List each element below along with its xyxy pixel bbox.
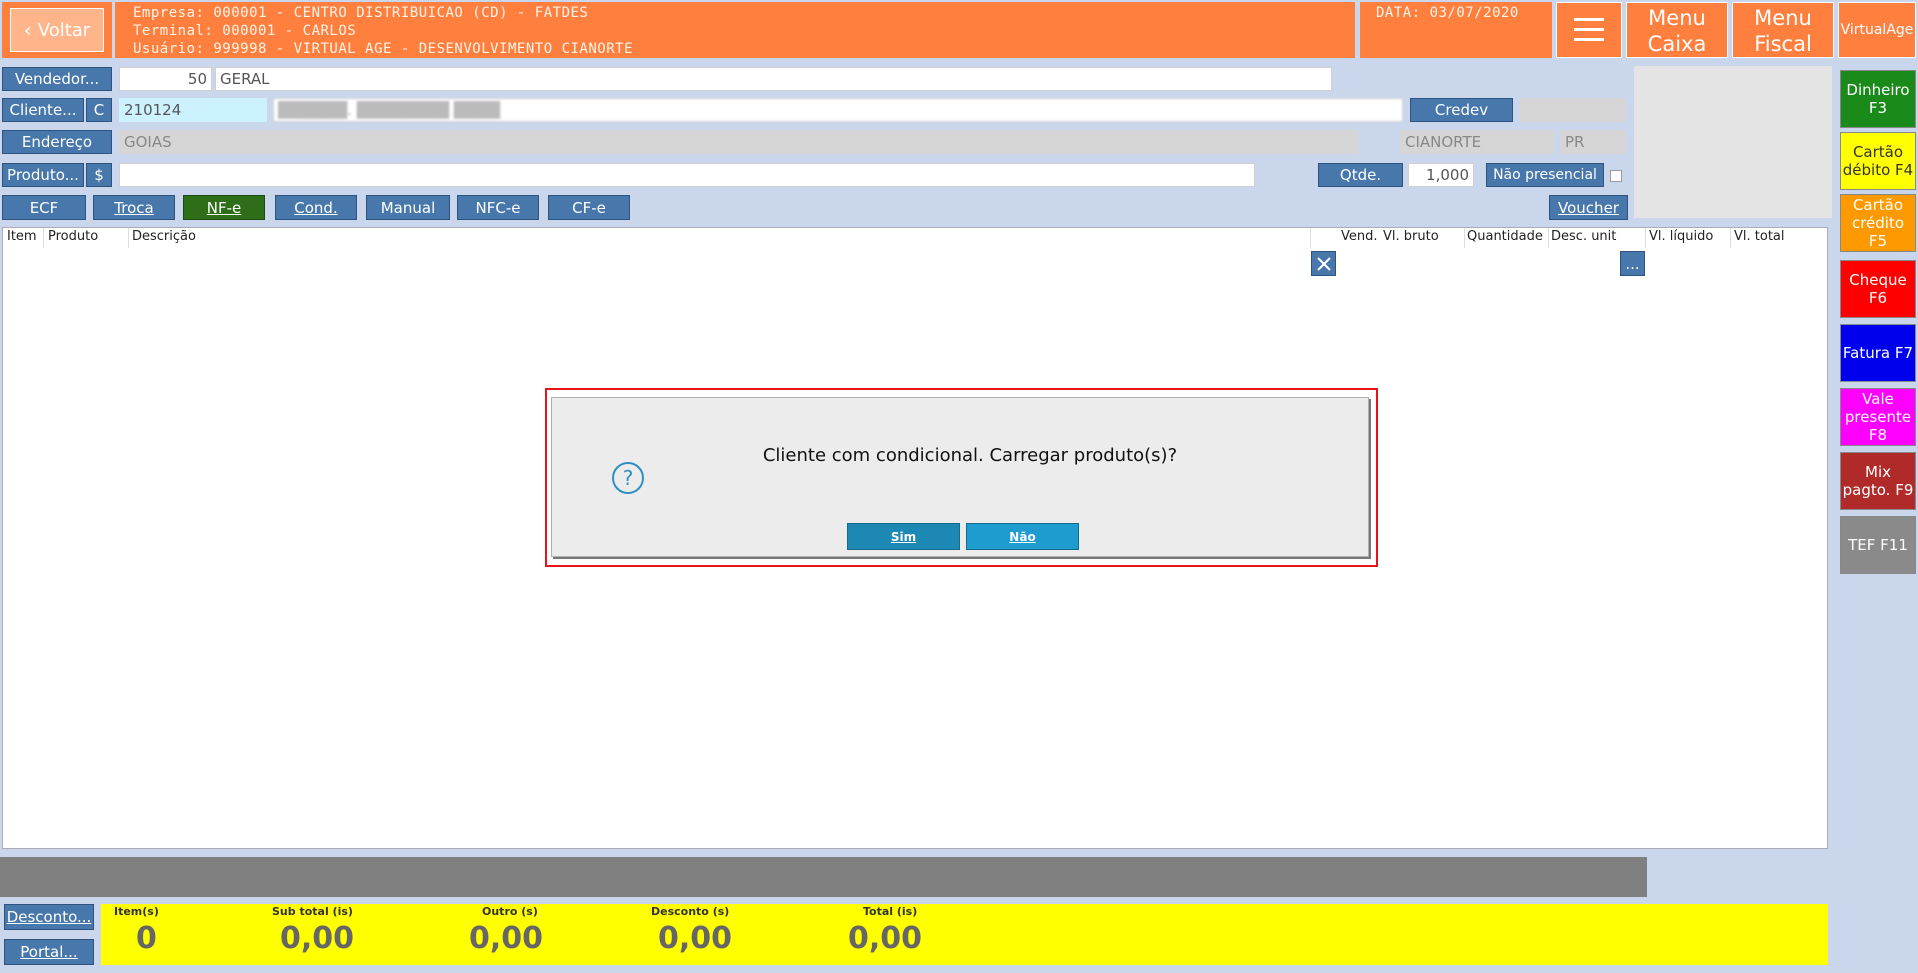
cliente-code-field[interactable]: 210124	[119, 98, 267, 122]
subtotal-label: Sub total (is)	[272, 905, 353, 918]
col-header-vl-liquido: Vl. líquido	[1649, 229, 1714, 244]
portal-button[interactable]: Portal...	[4, 939, 94, 965]
payment-fatura-button[interactable]: Fatura F7	[1840, 324, 1916, 382]
subtotal-value: 0,00	[280, 921, 355, 956]
payment-cartao-debito-button[interactable]: Cartão débito F4	[1840, 132, 1916, 190]
outro-value: 0,00	[469, 921, 544, 956]
nao-presencial-checkbox[interactable]	[1610, 170, 1622, 182]
col-header-vl-bruto: Vl. bruto	[1383, 229, 1439, 244]
itens-label: Item(s)	[114, 905, 159, 918]
vendedor-name-field[interactable]: GERAL	[215, 67, 1332, 91]
col-divider	[1645, 228, 1646, 248]
status-bar	[0, 857, 1647, 897]
qtde-field[interactable]: 1,000	[1408, 163, 1474, 187]
total-value: 0,00	[848, 921, 923, 956]
menu-button[interactable]	[1556, 2, 1622, 58]
col-header-vl-total: Vl. total	[1734, 229, 1785, 244]
more-options-button[interactable]: ...	[1620, 251, 1645, 276]
menu-fiscal-button[interactable]: Menu Fiscal	[1732, 2, 1834, 58]
qtde-button[interactable]: Qtde.	[1318, 163, 1403, 187]
chevron-left-icon: ‹	[23, 18, 32, 42]
nfce-button[interactable]: NFC-e	[457, 195, 539, 220]
troca-button[interactable]: Troca	[93, 195, 175, 220]
ecf-button[interactable]: ECF	[2, 195, 86, 220]
usuario-text: Usuário: 999998 - VIRTUAL AGE - DESENVOL…	[133, 41, 634, 57]
nfe-button[interactable]: NF-e	[183, 195, 265, 220]
payment-mix-pagto-button[interactable]: Mix pagto. F9	[1840, 452, 1916, 510]
dialog-message: Cliente com condicional. Carregar produt…	[762, 445, 1178, 466]
credev-button[interactable]: Credev	[1410, 98, 1513, 122]
payment-vale-presente-button[interactable]: Vale presente F8	[1840, 388, 1916, 446]
empresa-text: Empresa: 000001 - CENTRO DISTRIBUICAO (C…	[133, 5, 589, 21]
yes-button[interactable]: Sim	[847, 523, 960, 550]
voucher-button[interactable]: Voucher	[1549, 195, 1628, 220]
col-header-vend: Vend.	[1341, 229, 1378, 244]
payment-cheque-button[interactable]: Cheque F6	[1840, 260, 1916, 318]
col-divider	[1310, 228, 1311, 248]
remove-item-button[interactable]	[1311, 251, 1336, 276]
back-button[interactable]: ‹ Voltar	[2, 2, 112, 58]
totals-panel	[101, 904, 1828, 965]
menu-caixa-button[interactable]: Menu Caixa	[1626, 2, 1728, 58]
itens-value: 0	[136, 921, 157, 956]
brand-logo: VirtualAge	[1838, 2, 1916, 58]
terminal-text: Terminal: 000001 - CARLOS	[133, 23, 357, 39]
confirm-dialog	[551, 397, 1369, 557]
total-label: Total (is)	[863, 905, 918, 918]
hamburger-icon	[1574, 18, 1604, 41]
no-button[interactable]: Não	[966, 523, 1079, 550]
vendedor-code-field[interactable]: 50	[119, 67, 212, 91]
desconto-total-value: 0,00	[658, 921, 733, 956]
produto-price-button[interactable]: $	[86, 163, 112, 187]
endereco-field: GOIAS	[119, 130, 1359, 154]
svg-text:?: ?	[623, 466, 634, 490]
header-info: Empresa: 000001 - CENTRO DISTRIBUICAO (C…	[115, 2, 1355, 58]
cliente-button[interactable]: Cliente...	[2, 98, 84, 122]
cidade-field: CIANORTE	[1400, 130, 1554, 154]
uf-field: PR	[1560, 130, 1626, 154]
payment-tef-button[interactable]: TEF F11	[1840, 516, 1916, 574]
date-panel: DATA: 03/07/2020	[1360, 2, 1552, 58]
produto-search-input[interactable]	[119, 163, 1255, 187]
col-header-item: Item	[7, 229, 37, 244]
col-divider	[1730, 228, 1731, 248]
back-label: Voltar	[37, 19, 91, 41]
desconto-total-label: Desconto (s)	[651, 905, 730, 918]
col-divider	[128, 228, 129, 248]
cliente-condicional-button[interactable]: C	[86, 98, 112, 122]
col-divider	[1464, 228, 1465, 248]
date-text: DATA: 03/07/2020	[1376, 5, 1519, 21]
nao-presencial-button[interactable]: Não presencial	[1486, 163, 1604, 187]
manual-button[interactable]: Manual	[366, 195, 450, 220]
col-header-desc-unit: Desc. unit	[1551, 229, 1617, 244]
close-icon	[1316, 256, 1331, 271]
credev-value-field	[1520, 98, 1626, 122]
vendedor-button[interactable]: Vendedor...	[2, 67, 112, 91]
client-photo-panel	[1634, 66, 1832, 218]
endereco-button[interactable]: Endereço	[2, 130, 112, 154]
question-icon: ?	[611, 461, 645, 495]
col-divider	[1548, 228, 1549, 248]
col-header-produto: Produto	[48, 229, 99, 244]
payment-cartao-credito-button[interactable]: Cartão crédito F5	[1840, 194, 1916, 252]
payment-dinheiro-button[interactable]: Dinheiro F3	[1840, 70, 1916, 128]
outro-label: Outro (s)	[482, 905, 538, 918]
col-header-descricao: Descrição	[132, 229, 196, 244]
col-header-quantidade: Quantidade	[1467, 229, 1543, 244]
cfe-button[interactable]: CF-e	[548, 195, 630, 220]
col-divider	[43, 228, 44, 248]
produto-button[interactable]: Produto...	[2, 163, 84, 187]
desconto-button[interactable]: Desconto...	[4, 904, 94, 930]
cond-button[interactable]: Cond.	[275, 195, 357, 220]
cliente-name-field[interactable]: ██████. ████████ ████	[273, 98, 1403, 122]
